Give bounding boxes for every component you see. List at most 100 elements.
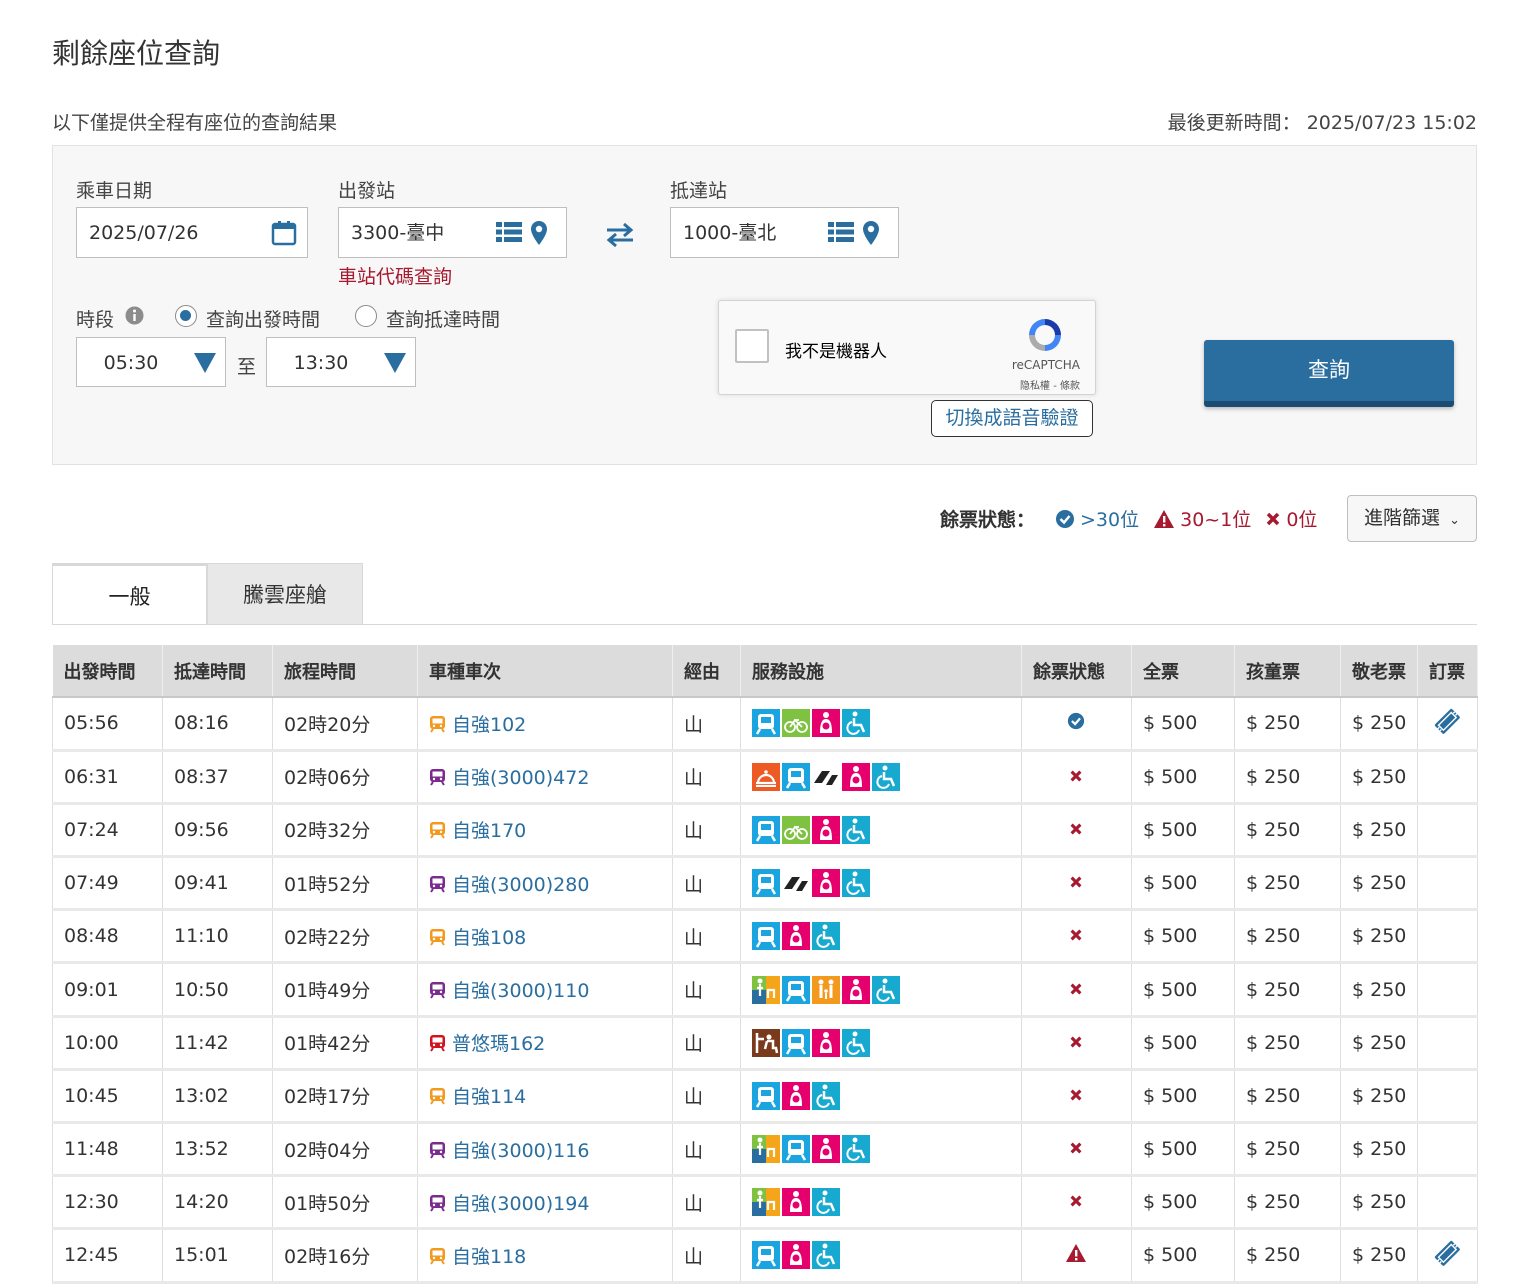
- arrival-time: 11:42: [162, 1016, 273, 1071]
- station-list-icon[interactable]: [828, 220, 854, 244]
- senior-fare: $ 250: [1340, 1175, 1418, 1231]
- departure-time: 10:45: [52, 1069, 163, 1125]
- booking-cell[interactable]: [1417, 1228, 1478, 1284]
- train-number-link[interactable]: 自強(3000)116: [452, 1140, 589, 1162]
- recaptcha-terms[interactable]: 隐私權 - 條款: [1020, 377, 1080, 392]
- route-via: 山: [672, 1016, 741, 1071]
- calendar-icon[interactable]: [271, 220, 297, 246]
- standing-area-icon: [752, 1028, 780, 1057]
- search-button[interactable]: 查詢: [1204, 340, 1454, 407]
- from-station-value: 3300-臺中: [351, 222, 445, 244]
- travel-duration: 02時22分: [272, 909, 418, 965]
- location-pin-icon[interactable]: [530, 220, 548, 246]
- train-number-link[interactable]: 自強(3000)110: [452, 980, 589, 1002]
- departure-time: 07:24: [52, 803, 163, 859]
- header-departure[interactable]: 出發時間: [52, 645, 163, 698]
- header-child-fare: 孩童票: [1234, 645, 1341, 698]
- travel-duration: 01時42分: [272, 1016, 418, 1071]
- arrival-time: 10:50: [162, 962, 273, 1018]
- train-row[interactable]: 08:48 11:10 02時22分 自強108 山 $ 500 $ 250 $ 250: [52, 909, 1478, 965]
- full-fare: $ 500: [1131, 1228, 1235, 1284]
- tab-normal[interactable]: 一般: [52, 563, 207, 625]
- booking-cell[interactable]: [1417, 697, 1478, 752]
- seat-status: [1021, 1016, 1132, 1071]
- child-fare: $ 250: [1234, 1122, 1341, 1178]
- seat-status: [1021, 1175, 1132, 1231]
- header-duration[interactable]: 旅程時間: [272, 645, 418, 698]
- route-via: 山: [672, 1175, 741, 1231]
- swap-stations-icon[interactable]: [605, 222, 635, 248]
- child-fare: $ 250: [1234, 1016, 1341, 1071]
- station-code-link[interactable]: 車站代碼查詢: [338, 262, 452, 289]
- header-arrival[interactable]: 抵達時間: [162, 645, 273, 698]
- ticket-icon[interactable]: [1432, 1238, 1462, 1268]
- ticket-icon[interactable]: [1432, 706, 1462, 736]
- train-row[interactable]: 07:49 09:41 01時52分 自強(3000)280 山 $ 500 $ 250 $ …: [52, 856, 1478, 912]
- departure-time: 06:31: [52, 750, 163, 805]
- train-cell: 自強(3000)472: [417, 750, 673, 805]
- station-list-icon[interactable]: [496, 220, 522, 244]
- route-via: 山: [672, 1069, 741, 1125]
- advanced-filter-button[interactable]: 進階篩選 ⌄: [1347, 495, 1477, 542]
- travel-duration: 01時50分: [272, 1175, 418, 1231]
- recaptcha-checkbox[interactable]: [735, 329, 769, 363]
- date-field[interactable]: 2025/07/26: [76, 207, 308, 258]
- train-row[interactable]: 10:00 11:42 01時42分 普悠瑪162 山 $ 500 $ 250 $ 250: [52, 1016, 1478, 1071]
- train-row[interactable]: 12:45 15:01 02時16分 自強118 山 $ 500 $ 250 $ 250: [52, 1228, 1478, 1284]
- to-station-field[interactable]: 1000-臺北: [670, 207, 899, 258]
- train-number-link[interactable]: 自強170: [452, 820, 526, 842]
- time-from-select[interactable]: 05:30: [76, 337, 226, 387]
- train-number-link[interactable]: 自強118: [452, 1246, 526, 1268]
- last-update: 最後更新時間： 2025/07/23 15:02: [1168, 108, 1477, 135]
- seat-icon: [752, 1081, 780, 1110]
- train-number-link[interactable]: 自強(3000)472: [452, 767, 589, 789]
- departure-time: 12:30: [52, 1175, 163, 1231]
- time-to-select[interactable]: 13:30: [266, 337, 416, 387]
- radio-depart-label[interactable]: 查詢出發時間: [206, 305, 320, 332]
- train-row[interactable]: 12:30 14:20 01時50分 自強(3000)194 山 $ 500 $ 250 $ …: [52, 1175, 1478, 1231]
- nursing-room-icon: [842, 975, 870, 1004]
- audio-verification-button[interactable]: 切換成語音驗證: [931, 400, 1093, 437]
- legend-title: 餘票狀態：: [940, 509, 1036, 531]
- nursing-room-icon: [782, 1241, 810, 1270]
- train-row[interactable]: 09:01 10:50 01時49分 自強(3000)110 山 $ 500 $ 250 $ …: [52, 962, 1478, 1018]
- train-row[interactable]: 06:31 08:37 02時06分 自強(3000)472 山 $ 500 $ 250 $ …: [52, 750, 1478, 805]
- seat-icon: [782, 1028, 810, 1057]
- train-row[interactable]: 10:45 13:02 02時17分 自強114 山 $ 500 $ 250 $ 250: [52, 1069, 1478, 1125]
- train-number-link[interactable]: 自強(3000)194: [452, 1193, 589, 1215]
- nursing-room-icon: [782, 1081, 810, 1110]
- to-label: 抵達站: [670, 180, 728, 202]
- child-fare: $ 250: [1234, 803, 1341, 859]
- departure-time: 08:48: [52, 909, 163, 965]
- radio-depart-time[interactable]: [175, 305, 197, 327]
- location-pin-icon[interactable]: [862, 220, 880, 246]
- child-fare: $ 250: [1234, 1228, 1341, 1284]
- advanced-filter-label: 進階篩選: [1364, 507, 1441, 529]
- business-seat-icon: [752, 1135, 780, 1164]
- train-number-link[interactable]: 自強114: [452, 1086, 526, 1108]
- info-icon[interactable]: [125, 306, 144, 325]
- train-row[interactable]: 07:24 09:56 02時32分 自強170 山 $ 500 $ 250 $ 250: [52, 803, 1478, 859]
- check-circle-icon: [1067, 712, 1085, 729]
- from-label: 出發站: [338, 180, 396, 202]
- train-cell: 普悠瑪162: [417, 1016, 673, 1071]
- time-to-value: 13:30: [293, 352, 349, 374]
- full-fare: $ 500: [1131, 750, 1235, 805]
- train-number-link[interactable]: 自強102: [452, 714, 526, 736]
- radio-arrive-time[interactable]: [355, 305, 377, 327]
- travel-duration: 01時52分: [272, 856, 418, 912]
- train-row[interactable]: 11:48 13:52 02時04分 自強(3000)116 山 $ 500 $ 250 $ …: [52, 1122, 1478, 1178]
- from-station-field[interactable]: 3300-臺中: [338, 207, 567, 258]
- seat-status: [1021, 1228, 1132, 1284]
- train-row[interactable]: 05:56 08:16 02時20分 自強102 山 $ 500 $ 250 $ 250: [52, 697, 1478, 752]
- page-title: 剩餘座位查詢: [52, 37, 221, 70]
- tab-tze-chiang[interactable]: 騰雲座艙: [207, 563, 363, 625]
- train-number-link[interactable]: 自強(3000)280: [452, 874, 589, 896]
- last-update-label: 最後更新時間：: [1167, 112, 1301, 134]
- train-number-link[interactable]: 普悠瑪162: [452, 1033, 545, 1055]
- train-number-link[interactable]: 自強108: [452, 927, 526, 949]
- radio-arrive-label[interactable]: 查詢抵達時間: [386, 305, 500, 332]
- child-fare: $ 250: [1234, 1175, 1341, 1231]
- travel-duration: 02時17分: [272, 1069, 418, 1125]
- senior-fare: $ 250: [1340, 1016, 1418, 1071]
